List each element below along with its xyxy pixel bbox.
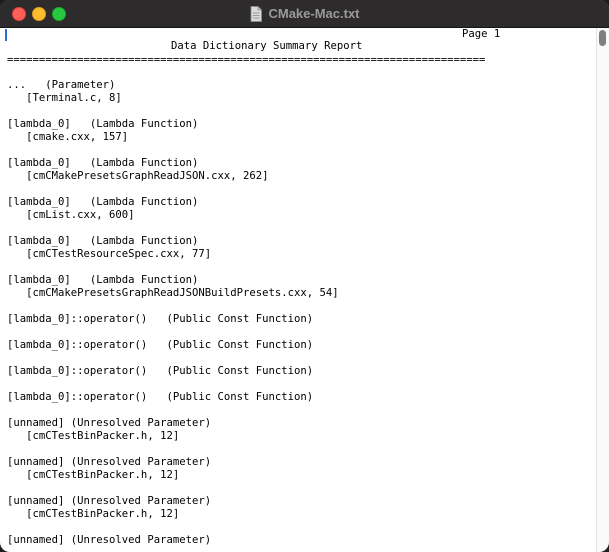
report-heading: Data Dictionary Summary Report bbox=[171, 40, 363, 52]
entry-location-line: [cmCTestResourceSpec.cxx, 77] bbox=[7, 248, 212, 260]
entry-name-line: [lambda_0] (Lambda Function) bbox=[7, 235, 199, 247]
entry-location-line: [cmCMakePresetsGraphReadJSONBuildPresets… bbox=[7, 287, 339, 299]
entry-name-line: [unnamed] (Unresolved Parameter) bbox=[7, 534, 212, 546]
page-number: Page 1 bbox=[462, 28, 501, 40]
entry-location-line: [cmCMakePresetsGraphReadJSON.cxx, 262] bbox=[7, 170, 269, 182]
entry-name-line: [lambda_0] (Lambda Function) bbox=[7, 274, 199, 286]
vertical-scrollbar[interactable] bbox=[596, 28, 609, 552]
entry-location-line: [cmake.cxx, 157] bbox=[7, 131, 129, 143]
window-title: CMake-Mac.txt bbox=[268, 6, 360, 21]
entry-name-line: [unnamed] (Unresolved Parameter) bbox=[7, 456, 212, 468]
entry-location-line: [cmCTestBinPacker.h, 12] bbox=[7, 508, 180, 520]
entry-name-line: [lambda_0]::operator() (Public Const Fun… bbox=[7, 339, 314, 351]
document-icon bbox=[251, 5, 263, 22]
text-cursor bbox=[5, 29, 7, 41]
entry-name-line: [unnamed] (Unresolved Parameter) bbox=[7, 417, 212, 429]
entry-name-line: ... (Parameter) bbox=[7, 79, 116, 91]
entry-location-line: [cmList.cxx, 600] bbox=[7, 209, 135, 221]
text-editor-window: CMake-Mac.txt Page 1 Data Dictionary Sum… bbox=[0, 0, 609, 552]
entry-name-line: [lambda_0]::operator() (Public Const Fun… bbox=[7, 365, 314, 377]
window-title-group: CMake-Mac.txt bbox=[0, 0, 609, 27]
entry-name-line: [lambda_0]::operator() (Public Const Fun… bbox=[7, 313, 314, 325]
title-bar[interactable]: CMake-Mac.txt bbox=[0, 0, 609, 28]
heading-rule: ========================================… bbox=[7, 54, 486, 66]
document-text-area[interactable]: Page 1 Data Dictionary Summary Report ==… bbox=[0, 28, 596, 552]
entry-name-line: [unnamed] (Unresolved Parameter) bbox=[7, 495, 212, 507]
scrollbar-thumb[interactable] bbox=[599, 30, 606, 46]
entry-name-line: [lambda_0]::operator() (Public Const Fun… bbox=[7, 391, 314, 403]
entry-location-line: [Terminal.c, 8] bbox=[7, 92, 122, 104]
entry-name-line: [lambda_0] (Lambda Function) bbox=[7, 196, 199, 208]
entry-location-line: [cmCTestBinPacker.h, 12] bbox=[7, 430, 180, 442]
entry-location-line: [cmCTestBinPacker.h, 12] bbox=[7, 469, 180, 481]
entry-name-line: [lambda_0] (Lambda Function) bbox=[7, 118, 199, 130]
entry-name-line: [lambda_0] (Lambda Function) bbox=[7, 157, 199, 169]
